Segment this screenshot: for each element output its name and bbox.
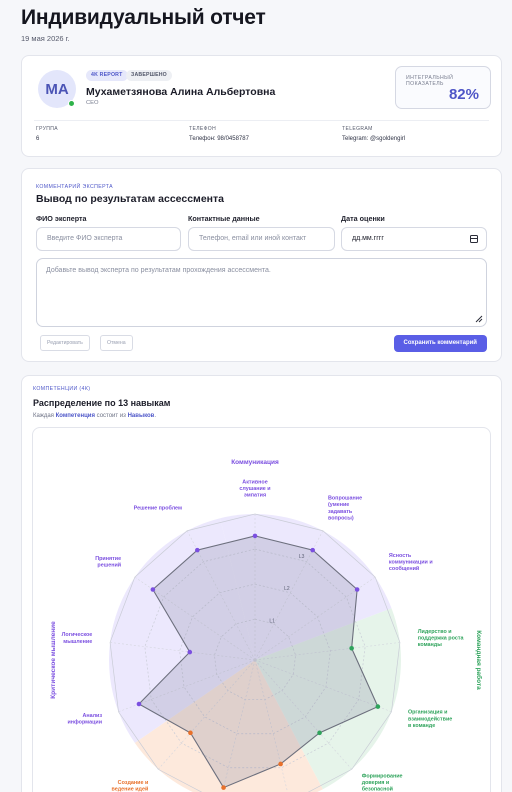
axis-label: Логическое мышление xyxy=(62,632,93,645)
section-title: Вывод по результатам ассессмента xyxy=(36,193,224,205)
comment-placeholder: Добавьте вывод эксперта по результатам п… xyxy=(46,267,271,274)
telegram-value: Telegram: @sgoldengirl xyxy=(342,136,406,142)
section-subtitle: Каждая Компетенция состоит из Навыков. xyxy=(33,413,157,419)
contacts-input[interactable]: Телефон, email или иной контакт xyxy=(188,227,335,251)
data-point xyxy=(221,785,226,790)
phone-value: Телефон: 98/0458787 xyxy=(189,136,249,142)
data-point xyxy=(187,649,193,655)
group-value: 6 xyxy=(36,136,40,142)
divider xyxy=(34,120,489,121)
group-title-communication: Коммуникация xyxy=(231,459,279,466)
assessment-date-input[interactable]: дд.мм.гггг xyxy=(341,227,487,251)
section-title: Распределение по 13 навыкам xyxy=(33,398,171,408)
axis-label: Анализ информации xyxy=(67,713,102,726)
data-point xyxy=(188,730,193,736)
person-name: Мухаметзянова Алина Альбертовна xyxy=(86,86,276,98)
assessment-date-label: Дата оценки xyxy=(341,214,385,223)
expert-comment-card: КОММЕНТАРИЙ ЭКСПЕРТА Вывод по результата… xyxy=(21,168,502,362)
axis-label: Ясность коммуникации и сообщений xyxy=(389,553,433,572)
data-point xyxy=(136,701,142,707)
report-type-badge: 4K REPORT xyxy=(86,70,128,81)
data-point xyxy=(195,547,200,553)
data-point xyxy=(375,704,381,709)
page-title: Индивидуальный отчет xyxy=(21,6,266,29)
axis-label: Лидерство и поддержка роста команды xyxy=(418,629,465,648)
data-point xyxy=(349,645,354,651)
cancel-button[interactable]: Отмена xyxy=(100,335,133,351)
axis-label: Формированиедоверия ибезопаснойсреды xyxy=(362,773,403,792)
person-role: CEO xyxy=(86,100,99,106)
data-point xyxy=(354,587,360,592)
competencies-card: КОМПЕТЕНЦИИ (4К) Распределение по 13 нав… xyxy=(21,375,502,792)
integral-score-box: ИНТЕГРАЛЬНЫЙ ПОКАЗАТЕЛЬ 82% xyxy=(395,66,491,109)
comment-textarea[interactable]: Добавьте вывод эксперта по результатам п… xyxy=(36,258,487,327)
axis-label: Решение проблем xyxy=(134,504,182,511)
status-badge: ЗАВЕРШЕНО xyxy=(126,70,172,81)
axis-label: Создание и ведение идей xyxy=(111,780,148,792)
axis-label: Активное слушание и эмпатия xyxy=(239,479,270,498)
telegram-label: TELEGRAM xyxy=(342,126,373,132)
group-label: ГРУППА xyxy=(36,126,59,132)
radar-chart-frame: L1L2L3Активноеслушание иэмпатияВопрошани… xyxy=(32,427,491,792)
contacts-label: Контактные данные xyxy=(188,214,260,223)
axis-label: Вопрошание (умение задавать вопросы) xyxy=(328,496,362,522)
calendar-icon[interactable] xyxy=(470,235,478,243)
radar-chart: L1L2L3Активноеслушание иэмпатияВопрошани… xyxy=(50,459,483,792)
axis-label: Организация и взаимодействие в команде xyxy=(408,710,452,729)
section-tag: КОМПЕТЕНЦИИ (4К) xyxy=(33,386,91,392)
edit-button[interactable]: Редактировать xyxy=(40,335,90,351)
data-point xyxy=(150,587,156,592)
expert-name-label: ФИО эксперта xyxy=(36,214,87,223)
online-status-dot xyxy=(68,100,75,107)
axis-label: Принятие решений xyxy=(95,556,121,569)
score-value: 82% xyxy=(448,86,479,103)
profile-card: МА 4K REPORT ЗАВЕРШЕНО Мухаметзянова Али… xyxy=(21,55,502,157)
data-point xyxy=(252,533,258,539)
data-point xyxy=(310,547,315,553)
section-tag: КОММЕНТАРИЙ ЭКСПЕРТА xyxy=(36,184,113,190)
date-placeholder: дд.мм.гггг xyxy=(352,235,384,242)
phone-label: ТЕЛЕФОН xyxy=(189,126,217,132)
group-title-teamwork: Командная работа xyxy=(475,630,483,690)
data-point xyxy=(278,761,283,767)
save-comment-button[interactable]: Сохранить комментарий xyxy=(393,335,487,352)
expert-name-input[interactable]: Введите ФИО эксперта xyxy=(36,227,181,251)
data-point xyxy=(317,730,322,736)
report-date: 19 мая 2026 г. xyxy=(21,34,70,43)
resize-handle-icon[interactable] xyxy=(475,315,483,323)
group-title-critical: Критическое мышление xyxy=(50,621,57,699)
